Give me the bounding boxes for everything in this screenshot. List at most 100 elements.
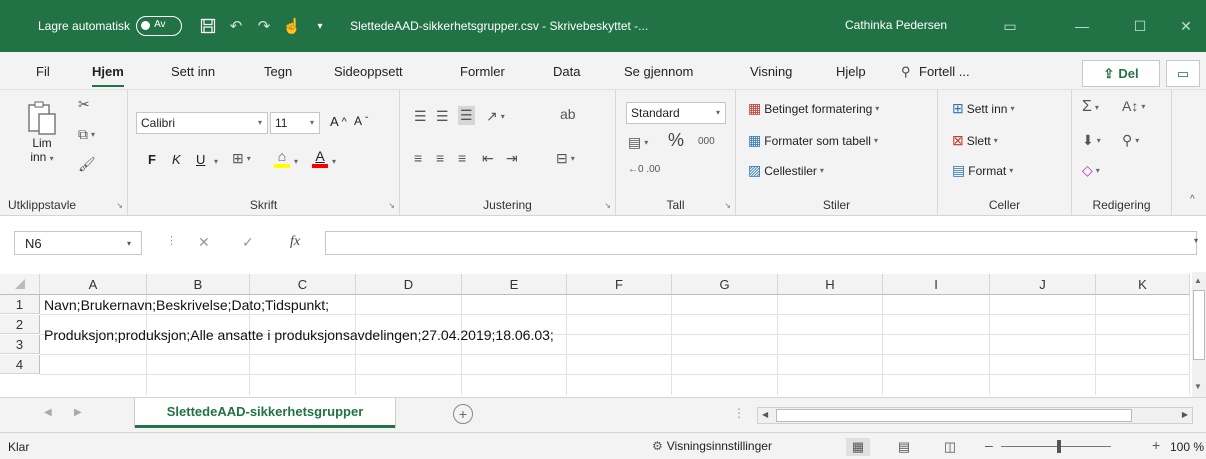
customize-qat-icon[interactable]: ▾ — [308, 14, 332, 38]
font-name-select[interactable]: Calibri ▾ — [136, 112, 268, 134]
tell-me-search[interactable]: Fortell ... — [919, 64, 970, 79]
minimize-icon[interactable]: — — [1062, 0, 1102, 52]
name-box[interactable]: N6 ▾ — [14, 231, 142, 255]
vertical-scrollbar[interactable]: ▲ ▼ — [1192, 272, 1206, 397]
collapse-ribbon-icon[interactable]: ^ — [1190, 194, 1195, 205]
redo-icon[interactable]: ↷ — [252, 14, 276, 38]
worksheet-grid[interactable]: ABCDEFGHIJK 1234 Navn;Brukernavn;Beskriv… — [0, 270, 1190, 395]
ribbon-display-icon[interactable]: ▭ — [990, 0, 1030, 52]
cut-icon[interactable]: ✂ — [78, 96, 90, 113]
format-cells-button[interactable]: ▤ Format ▾ — [952, 162, 1013, 179]
scroll-down-icon[interactable]: ▼ — [1194, 382, 1202, 391]
column-header-c[interactable]: C — [250, 274, 356, 295]
formula-input[interactable] — [325, 231, 1197, 255]
clear-icon[interactable]: ◇ ▾ — [1082, 162, 1100, 179]
comma-style-button[interactable]: 000 — [698, 136, 715, 147]
select-all-corner[interactable] — [0, 274, 40, 295]
maximize-icon[interactable]: ☐ — [1120, 0, 1160, 52]
tab-sideoppsett[interactable]: Sideoppsett — [334, 64, 403, 79]
tab-formler[interactable]: Formler — [460, 64, 505, 79]
scroll-left-icon[interactable]: ◀ — [762, 410, 768, 419]
cell-styles-button[interactable]: ▨ Cellestiler ▾ — [748, 162, 824, 179]
zoom-slider-thumb[interactable] — [1057, 440, 1061, 453]
conditional-formatting-button[interactable]: ▦ Betinget formatering ▾ — [748, 100, 879, 117]
column-header-b[interactable]: B — [147, 274, 250, 295]
row-header-1[interactable]: 1 — [0, 295, 40, 314]
zoom-slider[interactable] — [1001, 446, 1111, 447]
delete-cells-button[interactable]: ⊠ Slett ▾ — [952, 132, 998, 149]
increase-decimal-icon[interactable]: ←0 .00 — [628, 164, 660, 175]
tab-splitter-icon[interactable]: ⋮ — [733, 406, 745, 420]
font-launcher-icon[interactable]: ↘ — [388, 201, 395, 210]
sort-filter-icon[interactable]: A↕ ▾ — [1122, 98, 1145, 114]
orientation-icon[interactable]: ↗ ▾ — [486, 108, 505, 125]
borders-icon[interactable]: ⊞ ▾ — [232, 150, 251, 167]
accounting-format-icon[interactable]: ▤ ▾ — [628, 134, 648, 151]
column-header-i[interactable]: I — [883, 274, 990, 295]
increase-indent-icon[interactable]: ⇥ — [506, 150, 518, 167]
undo-icon[interactable]: ↶ — [224, 14, 248, 38]
autosave-toggle[interactable]: Av — [136, 16, 183, 36]
confirm-entry-icon[interactable]: ✓ — [242, 234, 254, 251]
column-header-d[interactable]: D — [356, 274, 462, 295]
column-header-f[interactable]: F — [567, 274, 672, 295]
tab-hjem[interactable]: Hjem — [92, 64, 124, 87]
close-icon[interactable]: ✕ — [1166, 0, 1206, 52]
normal-view-icon[interactable]: ▦ — [846, 438, 870, 456]
format-as-table-button[interactable]: ▦ Formater som tabell ▾ — [748, 132, 878, 149]
percent-button[interactable]: % — [668, 130, 684, 151]
prev-sheet-icon[interactable]: ◀ — [44, 407, 52, 418]
tab-sett-inn[interactable]: Sett inn — [171, 64, 215, 79]
column-header-e[interactable]: E — [462, 274, 567, 295]
share-button[interactable]: ⇪ Del — [1082, 60, 1160, 87]
align-bottom-icon[interactable]: ☰ — [458, 106, 475, 125]
alignment-launcher-icon[interactable]: ↘ — [604, 201, 611, 210]
find-select-icon[interactable]: ⚲ ▾ — [1122, 132, 1139, 149]
zoom-in-icon[interactable]: + — [1152, 437, 1160, 453]
tab-fil[interactable]: Fil — [36, 64, 50, 79]
expand-formula-bar-icon[interactable]: ▾ — [1194, 236, 1198, 245]
wrap-text-icon[interactable]: ab — [560, 106, 576, 122]
scroll-right-icon[interactable]: ▶ — [1182, 410, 1188, 419]
zoom-level[interactable]: 100 % — [1170, 440, 1204, 454]
increase-font-icon[interactable]: A ^ — [330, 114, 347, 129]
tab-hjelp[interactable]: Hjelp — [836, 64, 866, 79]
autosum-icon[interactable]: Σ ▾ — [1082, 98, 1099, 116]
format-painter-icon[interactable]: 🖌 — [78, 156, 96, 173]
cancel-entry-icon[interactable]: ✕ — [198, 234, 210, 251]
number-format-select[interactable]: Standard ▾ — [626, 102, 726, 124]
tab-visning[interactable]: Visning — [750, 64, 792, 79]
row-header-3[interactable]: 3 — [0, 335, 40, 354]
clipboard-launcher-icon[interactable]: ↘ — [116, 201, 123, 210]
vertical-scroll-thumb[interactable] — [1193, 290, 1205, 360]
underline-button[interactable]: U — [196, 152, 205, 167]
save-icon[interactable] — [196, 14, 220, 38]
font-size-select[interactable]: 11 ▾ — [270, 112, 320, 134]
user-name[interactable]: Cathinka Pedersen — [845, 18, 947, 32]
name-box-dropdown-icon[interactable]: ▾ — [127, 239, 131, 248]
align-left-icon[interactable]: ≡ — [414, 150, 422, 166]
fill-color-button[interactable]: ⌂ — [274, 148, 290, 168]
paste-button[interactable]: Lim inn ▾ — [26, 100, 58, 164]
tab-se-gjennom[interactable]: Se gjennom — [624, 64, 693, 79]
search-icon[interactable]: ⚲ — [901, 64, 911, 80]
insert-function-button[interactable]: fx — [290, 234, 300, 250]
sheet-tab-active[interactable]: SlettedeAAD-sikkerhetsgrupper — [135, 398, 395, 428]
merge-center-icon[interactable]: ⊟ ▾ — [556, 150, 575, 167]
align-middle-icon[interactable]: ☰ — [436, 108, 449, 125]
zoom-out-icon[interactable]: – — [985, 437, 993, 453]
align-right-icon[interactable]: ≡ — [458, 150, 466, 166]
column-header-g[interactable]: G — [672, 274, 778, 295]
touch-mode-icon[interactable]: ☝ — [280, 14, 304, 38]
column-header-k[interactable]: K — [1096, 274, 1190, 295]
add-sheet-icon[interactable]: + — [453, 404, 473, 424]
column-header-h[interactable]: H — [778, 274, 883, 295]
align-top-icon[interactable]: ☰ — [414, 108, 427, 125]
align-center-icon[interactable]: ≡ — [436, 150, 444, 166]
comments-icon[interactable]: ▭ — [1166, 60, 1200, 87]
fill-icon[interactable]: ⬇ ▾ — [1082, 132, 1101, 149]
copy-icon[interactable]: ⧉ ▾ — [78, 126, 95, 143]
font-color-button[interactable]: A — [312, 148, 328, 168]
cell-A2[interactable]: Produksjon;produksjon;Alle ansatte i pro… — [44, 327, 554, 343]
next-sheet-icon[interactable]: ▶ — [74, 407, 82, 418]
